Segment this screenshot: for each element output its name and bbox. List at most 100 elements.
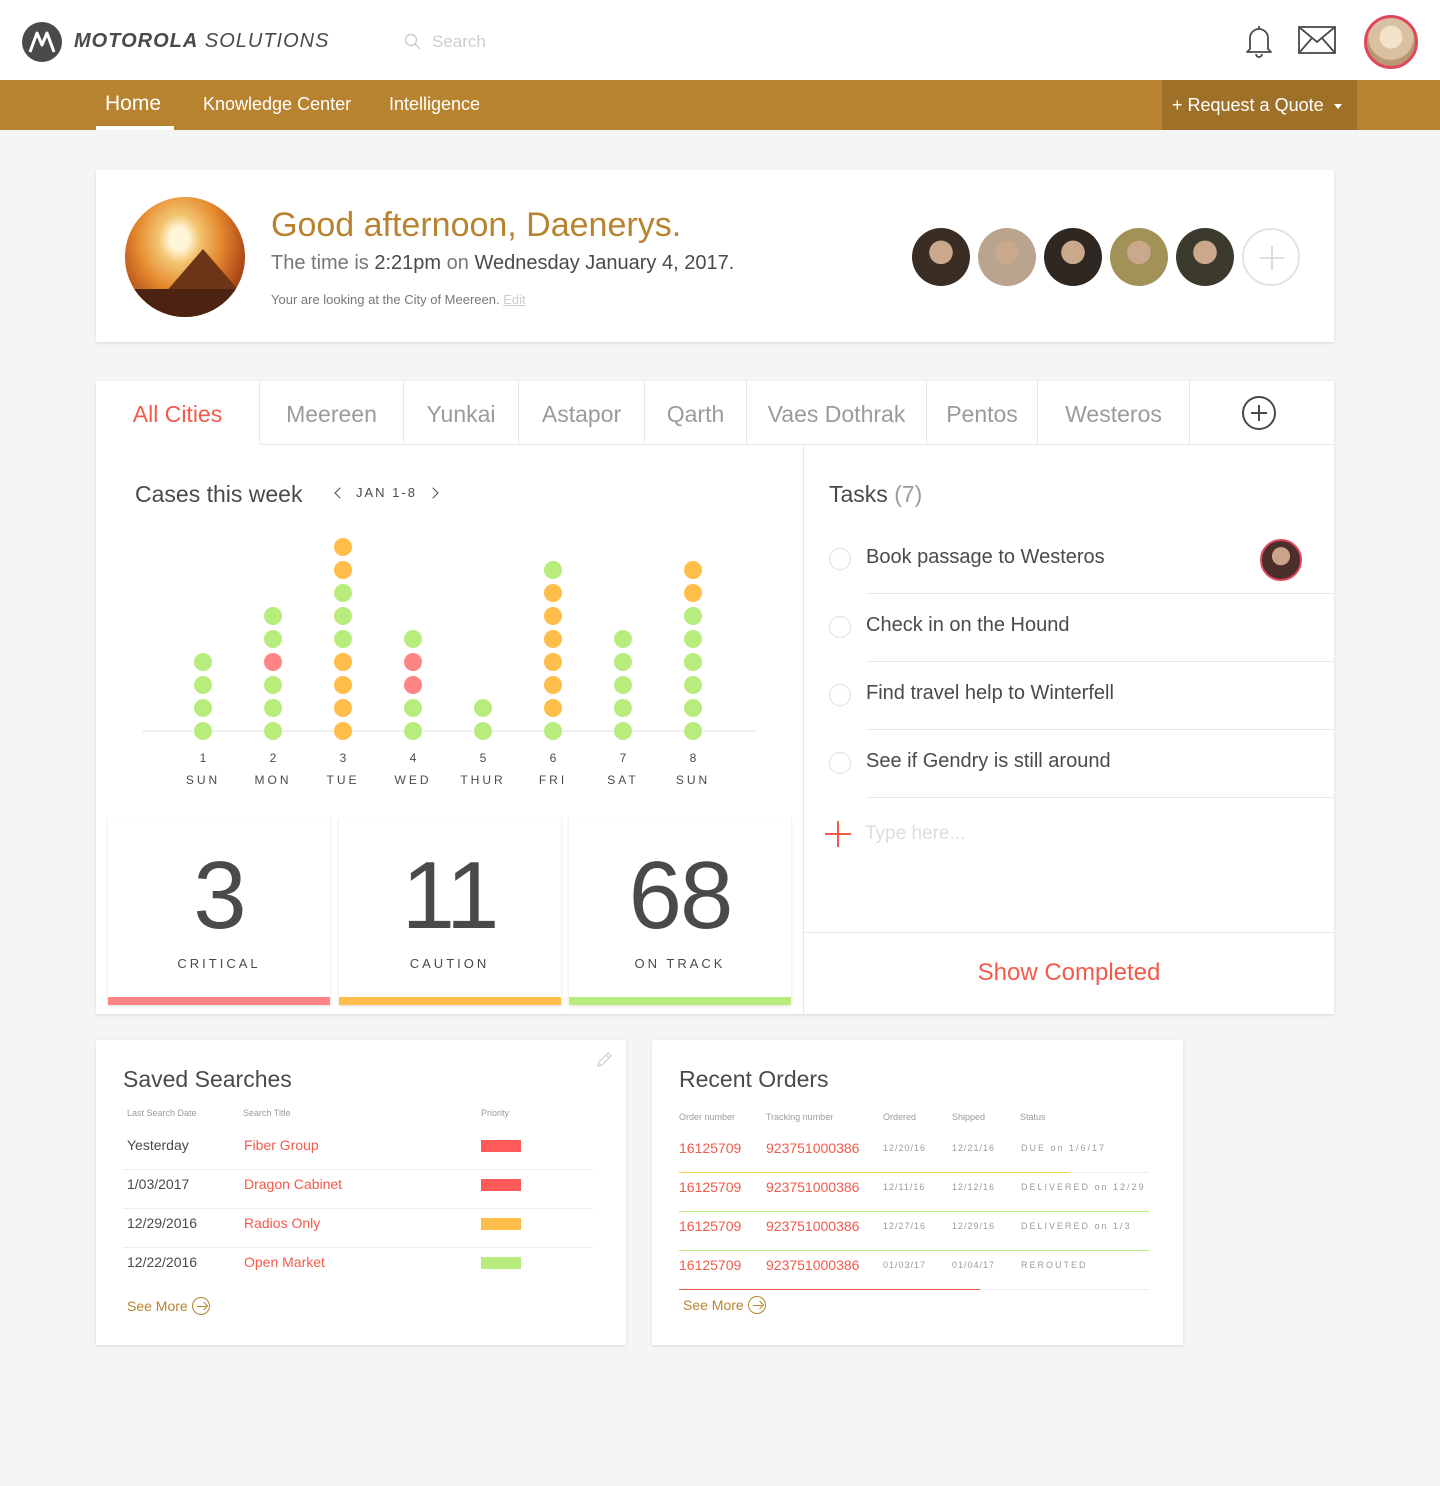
case-dot[interactable] — [194, 699, 212, 717]
case-dot[interactable] — [544, 630, 562, 648]
case-dot[interactable] — [684, 699, 702, 717]
tab-vaes-dothrak[interactable]: Vaes Dothrak — [747, 381, 927, 445]
search-title-link[interactable]: Dragon Cabinet — [244, 1176, 342, 1192]
nav-intelligence[interactable]: Intelligence — [389, 94, 480, 115]
case-dot[interactable] — [334, 630, 352, 648]
pencil-icon[interactable] — [595, 1051, 613, 1069]
case-dot[interactable] — [614, 676, 632, 694]
table-row[interactable]: 16125709 923751000386 12/20/16 12/21/16 DUE … — [679, 1134, 1149, 1173]
tracking-number-link[interactable]: 923751000386 — [766, 1218, 859, 1234]
case-dot[interactable] — [544, 561, 562, 579]
table-row[interactable]: 12/22/2016 Open Market — [123, 1248, 593, 1287]
request-quote-button[interactable]: + Request a Quote — [1162, 80, 1357, 130]
task-text[interactable]: Check in on the Hound — [866, 614, 1069, 637]
case-dot[interactable] — [474, 722, 492, 740]
tab-astapor[interactable]: Astapor — [519, 381, 645, 445]
tracking-number-link[interactable]: 923751000386 — [766, 1140, 859, 1156]
case-dot[interactable] — [404, 653, 422, 671]
case-dot[interactable] — [334, 607, 352, 625]
team-avatar[interactable] — [912, 228, 970, 286]
user-avatar[interactable] — [1364, 15, 1418, 69]
case-dot[interactable] — [334, 538, 352, 556]
bell-icon[interactable] — [1244, 24, 1274, 58]
tab-yunkai[interactable]: Yunkai — [404, 381, 519, 445]
team-avatar[interactable] — [978, 228, 1036, 286]
case-dot[interactable] — [684, 630, 702, 648]
case-dot[interactable] — [544, 607, 562, 625]
case-dot[interactable] — [404, 722, 422, 740]
table-row[interactable]: 16125709 923751000386 01/03/17 01/04/17 RERO… — [679, 1251, 1149, 1290]
show-completed-button[interactable]: Show Completed — [804, 959, 1334, 987]
task-text[interactable]: Book passage to Westeros — [866, 546, 1105, 569]
search-input[interactable] — [432, 30, 692, 54]
case-dot[interactable] — [684, 722, 702, 740]
case-dot[interactable] — [264, 653, 282, 671]
case-dot[interactable] — [334, 584, 352, 602]
case-dot[interactable] — [194, 653, 212, 671]
task-checkbox[interactable] — [829, 548, 851, 570]
case-dot[interactable] — [684, 607, 702, 625]
edit-location-link[interactable]: Edit — [503, 292, 525, 307]
tab-meereen[interactable]: Meereen — [260, 381, 404, 445]
stat-card-on-track[interactable]: 68 ON TRACK — [569, 817, 791, 1005]
case-dot[interactable] — [684, 653, 702, 671]
task-assignee-avatar[interactable] — [1260, 539, 1302, 581]
case-dot[interactable] — [474, 699, 492, 717]
case-dot[interactable] — [684, 561, 702, 579]
task-checkbox[interactable] — [829, 616, 851, 638]
table-row[interactable]: Yesterday Fiber Group — [123, 1131, 593, 1170]
tab-westeros[interactable]: Westeros — [1038, 381, 1190, 445]
case-dot[interactable] — [334, 653, 352, 671]
search-title-link[interactable]: Fiber Group — [244, 1137, 319, 1153]
table-row[interactable]: 12/29/2016 Radios Only — [123, 1209, 593, 1248]
case-dot[interactable] — [334, 676, 352, 694]
case-dot[interactable] — [614, 722, 632, 740]
case-dot[interactable] — [614, 653, 632, 671]
case-dot[interactable] — [264, 676, 282, 694]
team-avatar[interactable] — [1044, 228, 1102, 286]
motorola-logo-icon[interactable] — [22, 22, 62, 62]
case-dot[interactable] — [684, 676, 702, 694]
task-checkbox[interactable] — [829, 684, 851, 706]
case-dot[interactable] — [544, 653, 562, 671]
team-avatar[interactable] — [1110, 228, 1168, 286]
table-row[interactable]: 1/03/2017 Dragon Cabinet — [123, 1170, 593, 1209]
case-dot[interactable] — [194, 722, 212, 740]
mail-icon[interactable] — [1298, 26, 1336, 54]
case-dot[interactable] — [404, 630, 422, 648]
task-checkbox[interactable] — [829, 752, 851, 774]
case-dot[interactable] — [264, 722, 282, 740]
add-person-button[interactable] — [1242, 228, 1300, 286]
tab-qarth[interactable]: Qarth — [645, 381, 747, 445]
new-task-input[interactable] — [865, 823, 1165, 845]
tracking-number-link[interactable]: 923751000386 — [766, 1257, 859, 1273]
case-dot[interactable] — [544, 676, 562, 694]
saved-searches-see-more[interactable]: See More — [127, 1297, 210, 1316]
case-dot[interactable] — [334, 699, 352, 717]
case-dot[interactable] — [684, 584, 702, 602]
task-text[interactable]: Find travel help to Winterfell — [866, 682, 1114, 705]
search-title-link[interactable]: Radios Only — [244, 1215, 320, 1231]
table-row[interactable]: 16125709 923751000386 12/27/16 12/29/16 DELI… — [679, 1212, 1149, 1251]
case-dot[interactable] — [614, 630, 632, 648]
case-dot[interactable] — [544, 699, 562, 717]
nav-home[interactable]: Home — [105, 92, 161, 116]
order-number-link[interactable]: 16125709 — [679, 1179, 741, 1195]
search-title-link[interactable]: Open Market — [244, 1254, 325, 1270]
case-dot[interactable] — [264, 607, 282, 625]
order-number-link[interactable]: 16125709 — [679, 1140, 741, 1156]
order-number-link[interactable]: 16125709 — [679, 1257, 741, 1273]
search-box[interactable] — [404, 30, 704, 54]
tab-pentos[interactable]: Pentos — [927, 381, 1038, 445]
nav-knowledge-center[interactable]: Knowledge Center — [203, 94, 351, 115]
team-avatar[interactable] — [1176, 228, 1234, 286]
case-dot[interactable] — [404, 699, 422, 717]
task-text[interactable]: See if Gendry is still around — [866, 750, 1111, 773]
case-dot[interactable] — [404, 676, 422, 694]
plus-icon[interactable] — [825, 821, 851, 847]
recent-orders-see-more[interactable]: See More — [683, 1296, 766, 1315]
chevron-left-icon[interactable] — [334, 486, 346, 499]
stat-card-critical[interactable]: 3 CRITICAL — [108, 817, 330, 1005]
brand-name[interactable]: MOTOROLA SOLUTIONS — [74, 30, 329, 53]
stat-card-caution[interactable]: 11 CAUTION — [338, 817, 561, 1005]
